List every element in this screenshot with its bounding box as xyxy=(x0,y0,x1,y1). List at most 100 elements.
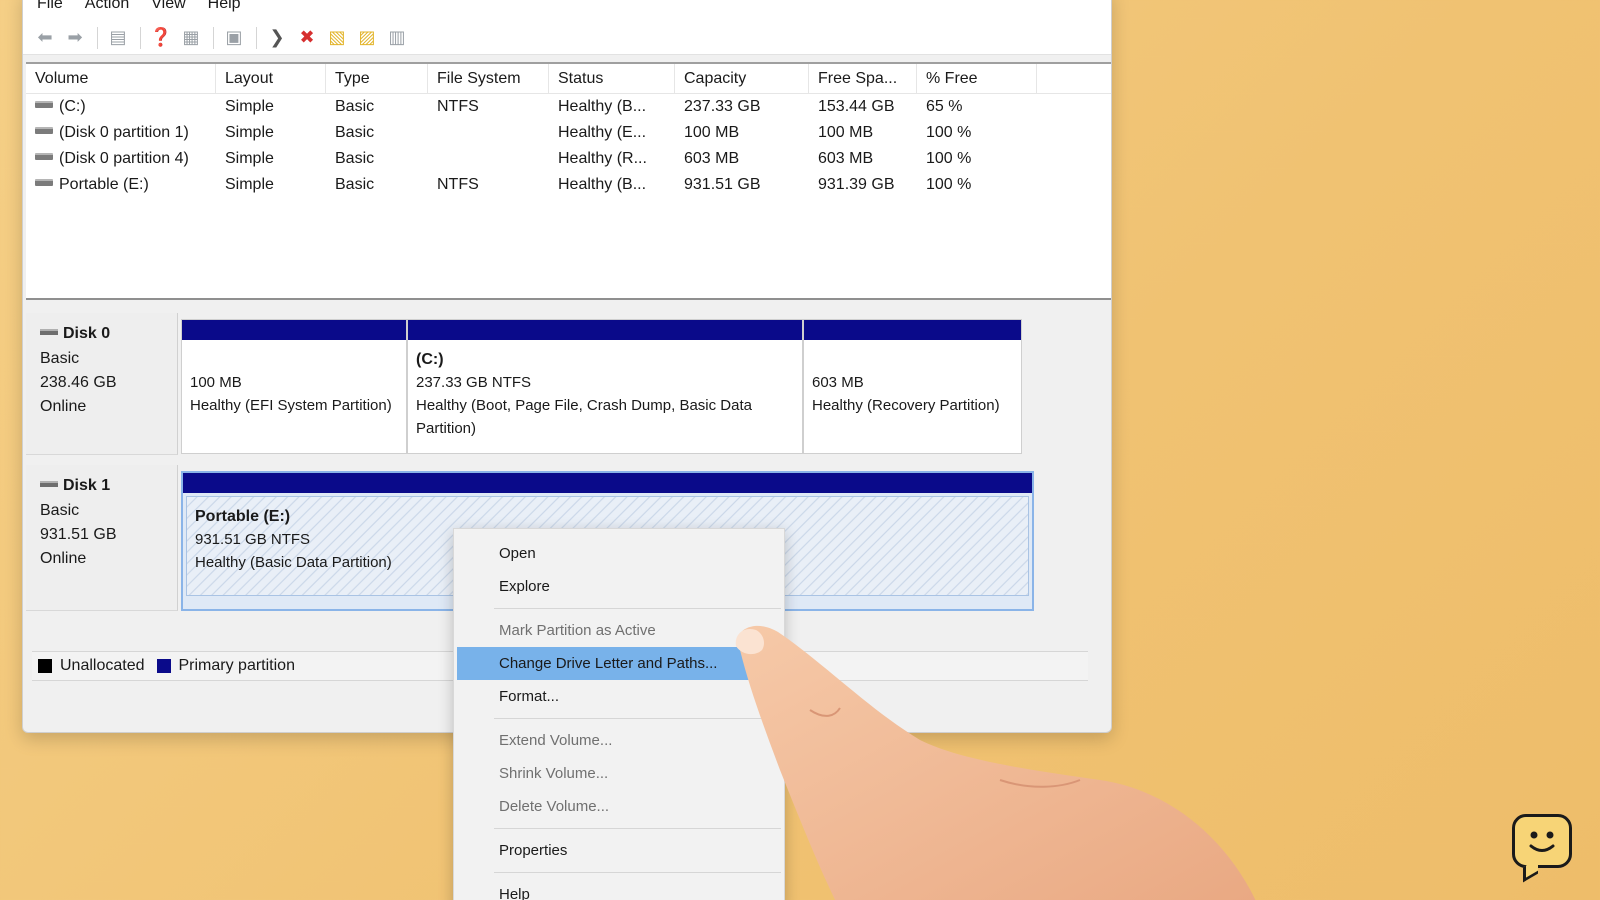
cell-free-space: 153.44 GB xyxy=(818,98,895,115)
cell-capacity: 100 MB xyxy=(684,124,740,141)
disk-0-partition-recovery[interactable]: 603 MB Healthy (Recovery Partition) xyxy=(803,319,1022,454)
menu-item-mark-active[interactable]: Mark Partition as Active xyxy=(457,614,781,647)
cell-capacity: 931.51 GB xyxy=(684,176,761,193)
column-header-free-space[interactable]: Free Spa... xyxy=(809,63,917,94)
cell-type: Basic xyxy=(335,176,375,193)
back-arrow-icon[interactable]: ⬅ xyxy=(31,25,59,51)
cell-layout: Simple xyxy=(225,150,274,167)
table-row[interactable]: (Disk 0 partition 1) Simple Basic Health… xyxy=(26,120,1111,146)
menu-bar: File Action View Help xyxy=(23,0,1111,21)
disk-0-name: Disk 0 xyxy=(63,325,111,342)
menu-view[interactable]: View xyxy=(151,0,185,21)
cell-layout: Simple xyxy=(225,98,274,115)
menu-item-delete-volume[interactable]: Delete Volume... xyxy=(457,790,781,823)
partition-name: (C:) xyxy=(416,351,444,368)
disk-1-label[interactable]: Disk 1 Basic 931.51 GB Online xyxy=(26,465,178,611)
cell-layout: Simple xyxy=(225,124,274,141)
cell-free-space: 931.39 GB xyxy=(818,176,895,193)
drive-icon xyxy=(35,153,53,160)
disk-1-name: Disk 1 xyxy=(63,477,111,494)
partition-name: Portable (E:) xyxy=(195,508,291,525)
chat-bubble-icon[interactable] xyxy=(1512,814,1572,868)
disk-0-partition-efi[interactable]: 100 MB Healthy (EFI System Partition) xyxy=(181,319,407,454)
column-header-file-system[interactable]: File System xyxy=(428,63,549,94)
menu-item-explore[interactable]: Explore xyxy=(457,570,781,603)
toolbar-separator xyxy=(97,26,98,49)
disk-0-size: 238.46 GB xyxy=(40,374,117,391)
partition-size: 237.33 GB NTFS xyxy=(416,374,532,391)
cell-status: Healthy (E... xyxy=(558,124,647,141)
delete-icon[interactable]: ✖ xyxy=(293,25,321,51)
context-menu: Open Explore Mark Partition as Active Ch… xyxy=(453,528,785,900)
partition-bar xyxy=(183,473,1032,493)
cell-status: Healthy (B... xyxy=(558,98,647,115)
drive-icon xyxy=(35,179,53,186)
partition-name xyxy=(812,348,1013,371)
column-header-percent-free[interactable]: % Free xyxy=(917,63,1037,94)
volume-name: (Disk 0 partition 1) xyxy=(59,124,189,141)
menu-separator xyxy=(494,872,781,873)
refresh-icon[interactable]: ▣ xyxy=(220,25,248,51)
menu-item-help[interactable]: Help xyxy=(457,878,781,900)
cell-layout: Simple xyxy=(225,176,274,193)
disk-0-partition-c[interactable]: (C:) 237.33 GB NTFS Healthy (Boot, Page … xyxy=(407,319,803,454)
menu-item-change-drive-letter[interactable]: Change Drive Letter and Paths... xyxy=(457,647,781,680)
disk-1-type: Basic xyxy=(40,502,80,519)
column-header-layout[interactable]: Layout xyxy=(216,63,326,94)
legend-swatch-primary xyxy=(156,659,171,673)
partition-body: 100 MB Healthy (EFI System Partition) xyxy=(182,340,406,425)
console-tree-icon[interactable]: ▤ xyxy=(104,25,132,51)
disk-icon xyxy=(40,329,58,335)
menu-help[interactable]: Help xyxy=(208,0,241,21)
cell-percent-free: 100 % xyxy=(926,150,972,167)
toolbar-separator xyxy=(256,26,257,49)
cell-type: Basic xyxy=(335,98,375,115)
column-header-type[interactable]: Type xyxy=(326,63,428,94)
menu-separator xyxy=(494,608,781,609)
volume-list-header: Volume Layout Type File System Status Ca… xyxy=(26,63,1111,94)
cell-volume: (Disk 0 partition 4) xyxy=(26,150,216,168)
menu-item-properties[interactable]: Properties xyxy=(457,834,781,867)
volume-name: (Disk 0 partition 4) xyxy=(59,150,189,167)
table-row[interactable]: Portable (E:) Simple Basic NTFS Healthy … xyxy=(26,172,1111,198)
menu-action[interactable]: Action xyxy=(85,0,129,21)
menu-separator xyxy=(494,828,781,829)
cell-capacity: 603 MB xyxy=(684,150,740,167)
help-icon[interactable]: ❓ xyxy=(147,25,175,51)
cell-file-system: NTFS xyxy=(437,98,479,115)
legend-label-unallocated: Unallocated xyxy=(60,657,145,674)
connect-icon[interactable]: ❯ xyxy=(263,25,291,51)
volume-list: Volume Layout Type File System Status Ca… xyxy=(26,62,1111,300)
menu-item-open[interactable]: Open xyxy=(457,537,781,570)
menu-item-format[interactable]: Format... xyxy=(457,680,781,713)
cell-free-space: 603 MB xyxy=(818,150,874,167)
cell-volume: (C:) xyxy=(26,98,216,116)
partition-status: Healthy (Boot, Page File, Crash Dump, Ba… xyxy=(416,397,752,437)
settings-icon[interactable]: ▥ xyxy=(383,25,411,51)
table-row[interactable]: (C:) Simple Basic NTFS Healthy (B... 237… xyxy=(26,94,1111,120)
cell-file-system: NTFS xyxy=(437,176,479,193)
cell-status: Healthy (B... xyxy=(558,176,647,193)
properties-icon[interactable]: ▦ xyxy=(177,25,205,51)
new-folder-alt-icon[interactable]: ▨ xyxy=(353,25,381,51)
volume-name: Portable (E:) xyxy=(59,176,149,193)
cell-volume: Portable (E:) xyxy=(26,176,216,194)
cell-percent-free: 65 % xyxy=(926,98,963,115)
menu-item-shrink-volume[interactable]: Shrink Volume... xyxy=(457,757,781,790)
table-row[interactable]: (Disk 0 partition 4) Simple Basic Health… xyxy=(26,146,1111,172)
column-header-volume[interactable]: Volume xyxy=(26,63,216,94)
partition-status: Healthy (Recovery Partition) xyxy=(812,397,1000,414)
menu-file[interactable]: File xyxy=(37,0,63,21)
disk-0-label[interactable]: Disk 0 Basic 238.46 GB Online xyxy=(26,313,178,455)
column-header-capacity[interactable]: Capacity xyxy=(675,63,809,94)
new-folder-icon[interactable]: ▧ xyxy=(323,25,351,51)
partition-bar xyxy=(182,320,406,340)
disk-1-size: 931.51 GB xyxy=(40,526,117,543)
column-header-status[interactable]: Status xyxy=(549,63,675,94)
disk-1-name-row: Disk 1 xyxy=(40,477,177,495)
partition-body: 603 MB Healthy (Recovery Partition) xyxy=(804,340,1021,425)
forward-arrow-icon[interactable]: ➡ xyxy=(61,25,89,51)
menu-item-extend-volume[interactable]: Extend Volume... xyxy=(457,724,781,757)
partition-size: 100 MB xyxy=(190,374,242,391)
partition-body: (C:) 237.33 GB NTFS Healthy (Boot, Page … xyxy=(408,340,802,448)
